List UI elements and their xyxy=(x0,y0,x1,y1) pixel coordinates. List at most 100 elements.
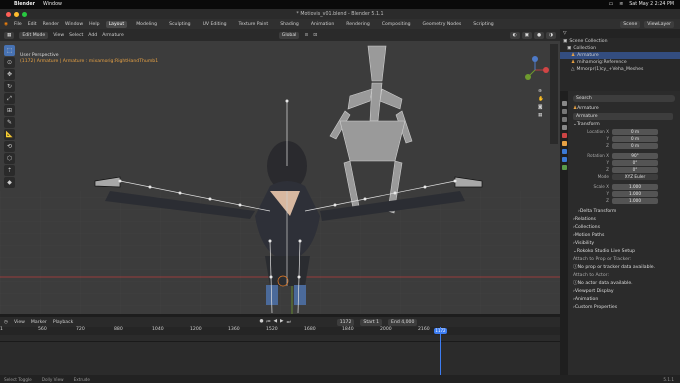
tab-rendering[interactable]: Rendering xyxy=(343,21,372,28)
tab-compositing[interactable]: Compositing xyxy=(379,21,414,28)
transform-panel-header[interactable]: ⌄ Transform xyxy=(568,120,680,128)
menu-help[interactable]: Help xyxy=(89,22,99,27)
orientation-dropdown[interactable]: Global xyxy=(278,31,300,39)
scene-tab-icon[interactable] xyxy=(561,125,567,130)
xray-icon[interactable]: ▣ xyxy=(521,31,532,39)
location-x-field[interactable]: 0 m xyxy=(612,128,658,135)
zoom-icon[interactable]: ⊕ xyxy=(538,89,544,94)
menu-add[interactable]: Add xyxy=(88,33,97,38)
tab-uv-editing[interactable]: UV Editing xyxy=(200,21,230,28)
camera-icon[interactable]: ◙ xyxy=(538,105,544,110)
viewlayer-selector[interactable]: ViewLayer xyxy=(644,20,674,28)
properties-search[interactable]: Search xyxy=(573,95,675,102)
motion-paths-header[interactable]: › Motion Paths xyxy=(568,231,680,239)
filter-icon[interactable]: ▽ xyxy=(563,31,567,36)
rotation-x-field[interactable]: 90° xyxy=(612,152,658,159)
tab-animation[interactable]: Animation xyxy=(308,21,337,28)
tab-geometry-nodes[interactable]: Geometry Nodes xyxy=(420,21,465,28)
editor-type-button[interactable]: ▦ xyxy=(4,31,15,39)
custom-properties-header[interactable]: › Custom Properties xyxy=(568,303,680,311)
render-tab-icon[interactable] xyxy=(561,109,567,114)
menu-armature[interactable]: Armature xyxy=(102,33,124,38)
scene-selector[interactable]: Scene xyxy=(620,20,641,28)
envelope-tool-icon[interactable]: ◆ xyxy=(4,177,15,188)
blender-logo-icon[interactable]: ◉ xyxy=(4,22,8,27)
rokoko-header[interactable]: ⌄ Rokoko Studio Live Setup xyxy=(568,247,680,255)
overlay-icon[interactable]: ◐ xyxy=(509,31,520,39)
object-tab-icon[interactable] xyxy=(561,141,567,146)
current-frame-field[interactable]: 1172 xyxy=(336,318,355,326)
record-button[interactable]: ● xyxy=(259,319,263,325)
location-z-field[interactable]: 0 m xyxy=(612,142,658,149)
zoom-window-button[interactable] xyxy=(22,12,27,17)
navigation-gizmo[interactable] xyxy=(520,55,550,85)
scale-x-field[interactable]: 1.000 xyxy=(612,183,658,190)
visibility-header[interactable]: › Visibility xyxy=(568,239,680,247)
jump-end-icon[interactable]: ⏭ xyxy=(287,319,291,325)
data-tab-icon[interactable] xyxy=(561,165,567,170)
measure-tool-icon[interactable]: 📐 xyxy=(4,129,15,140)
tab-scripting[interactable]: Scripting xyxy=(470,21,496,28)
pan-hand-icon[interactable]: ✋ xyxy=(538,97,544,102)
relations-header[interactable]: › Relations xyxy=(568,215,680,223)
tab-shading[interactable]: Shading xyxy=(277,21,302,28)
transform-tool-icon[interactable]: ⊞ xyxy=(4,105,15,116)
output-tab-icon[interactable] xyxy=(561,117,567,122)
tab-sculpting[interactable]: Sculpting xyxy=(166,21,193,28)
menu-marker[interactable]: Marker xyxy=(31,320,47,325)
scale-z-field[interactable]: 1.000 xyxy=(612,197,658,204)
scale-y-field[interactable]: 1.000 xyxy=(612,190,658,197)
outliner-scene-collection[interactable]: ▣ Scene Collection xyxy=(560,38,680,45)
tab-layout[interactable]: Layout xyxy=(105,20,128,28)
delta-transform-header[interactable]: › Delta Transform xyxy=(568,207,680,215)
battery-icon[interactable]: ▭ xyxy=(609,2,614,7)
menu-view[interactable]: View xyxy=(53,33,64,38)
end-frame-field[interactable]: End 4,000 xyxy=(388,318,418,326)
close-window-button[interactable] xyxy=(6,12,11,17)
outliner-reference[interactable]: ♟ mihamorig:Reference xyxy=(560,59,680,66)
menu-edit[interactable]: Edit xyxy=(28,22,37,27)
minimize-window-button[interactable] xyxy=(14,12,19,17)
menu-file[interactable]: File xyxy=(14,22,22,27)
timeline-ruler[interactable]: 1 560 720 880 1040 1200 1360 1520 1680 1… xyxy=(0,327,560,335)
clock[interactable]: Sat May 2 2:24 PM xyxy=(629,2,674,7)
tool-tab-icon[interactable] xyxy=(561,101,567,106)
3d-viewport[interactable]: User Perspective (1172) Armature | Armat… xyxy=(0,41,560,314)
grid-icon[interactable]: ▦ xyxy=(538,113,544,118)
rotation-mode-dropdown[interactable]: XYZ Euler xyxy=(612,173,658,180)
location-y-field[interactable]: 0 m xyxy=(612,135,658,142)
clock-icon[interactable]: ◷ xyxy=(4,320,8,325)
select-tool-icon[interactable]: ⬚ xyxy=(4,45,15,56)
tab-modeling[interactable]: Modeling xyxy=(133,21,160,28)
move-tool-icon[interactable]: ✥ xyxy=(4,69,15,80)
animation-header[interactable]: › Animation xyxy=(568,295,680,303)
scale-tool-icon[interactable]: ⤢ xyxy=(4,93,15,104)
menu-window[interactable]: Window xyxy=(65,22,83,27)
outliner-meshes[interactable]: △ Mmorpr(1)cy_+Veha_Meshes xyxy=(560,66,680,73)
playhead-frame-label[interactable]: 1172 xyxy=(434,328,447,334)
roll-tool-icon[interactable]: ⟲ xyxy=(4,141,15,152)
rotation-z-field[interactable]: 0° xyxy=(612,166,658,173)
pivot-icon[interactable]: ⊙ xyxy=(304,33,308,38)
window-menu[interactable]: Window xyxy=(43,2,62,7)
cursor-tool-icon[interactable]: ⊙ xyxy=(4,57,15,68)
play-icon[interactable]: ▶ xyxy=(280,319,284,325)
bone-size-tool-icon[interactable]: ⬡ xyxy=(4,153,15,164)
extrude-tool-icon[interactable]: ⇡ xyxy=(4,165,15,176)
shading-solid-icon[interactable]: ● xyxy=(533,31,544,39)
tab-texture-paint[interactable]: Texture Paint xyxy=(236,21,272,28)
collections-header[interactable]: › Collections xyxy=(568,223,680,231)
menu-render[interactable]: Render xyxy=(43,22,59,27)
annotate-tool-icon[interactable]: ✎ xyxy=(4,117,15,128)
start-frame-field[interactable]: Start 1 xyxy=(360,318,383,326)
sidebar-tabs[interactable] xyxy=(550,44,558,144)
datablock-name-field[interactable]: Armature xyxy=(573,112,673,120)
mode-dropdown[interactable]: Edit Mode xyxy=(19,31,49,39)
timeline-area[interactable] xyxy=(0,335,560,375)
playhead[interactable] xyxy=(440,327,441,375)
menu-select[interactable]: Select xyxy=(69,33,83,38)
outliner-armature[interactable]: ♟ Armature xyxy=(560,52,680,59)
rotate-tool-icon[interactable]: ↻ xyxy=(4,81,15,92)
menu-playback[interactable]: Playback xyxy=(53,320,74,325)
physics-tab-icon[interactable] xyxy=(561,149,567,154)
